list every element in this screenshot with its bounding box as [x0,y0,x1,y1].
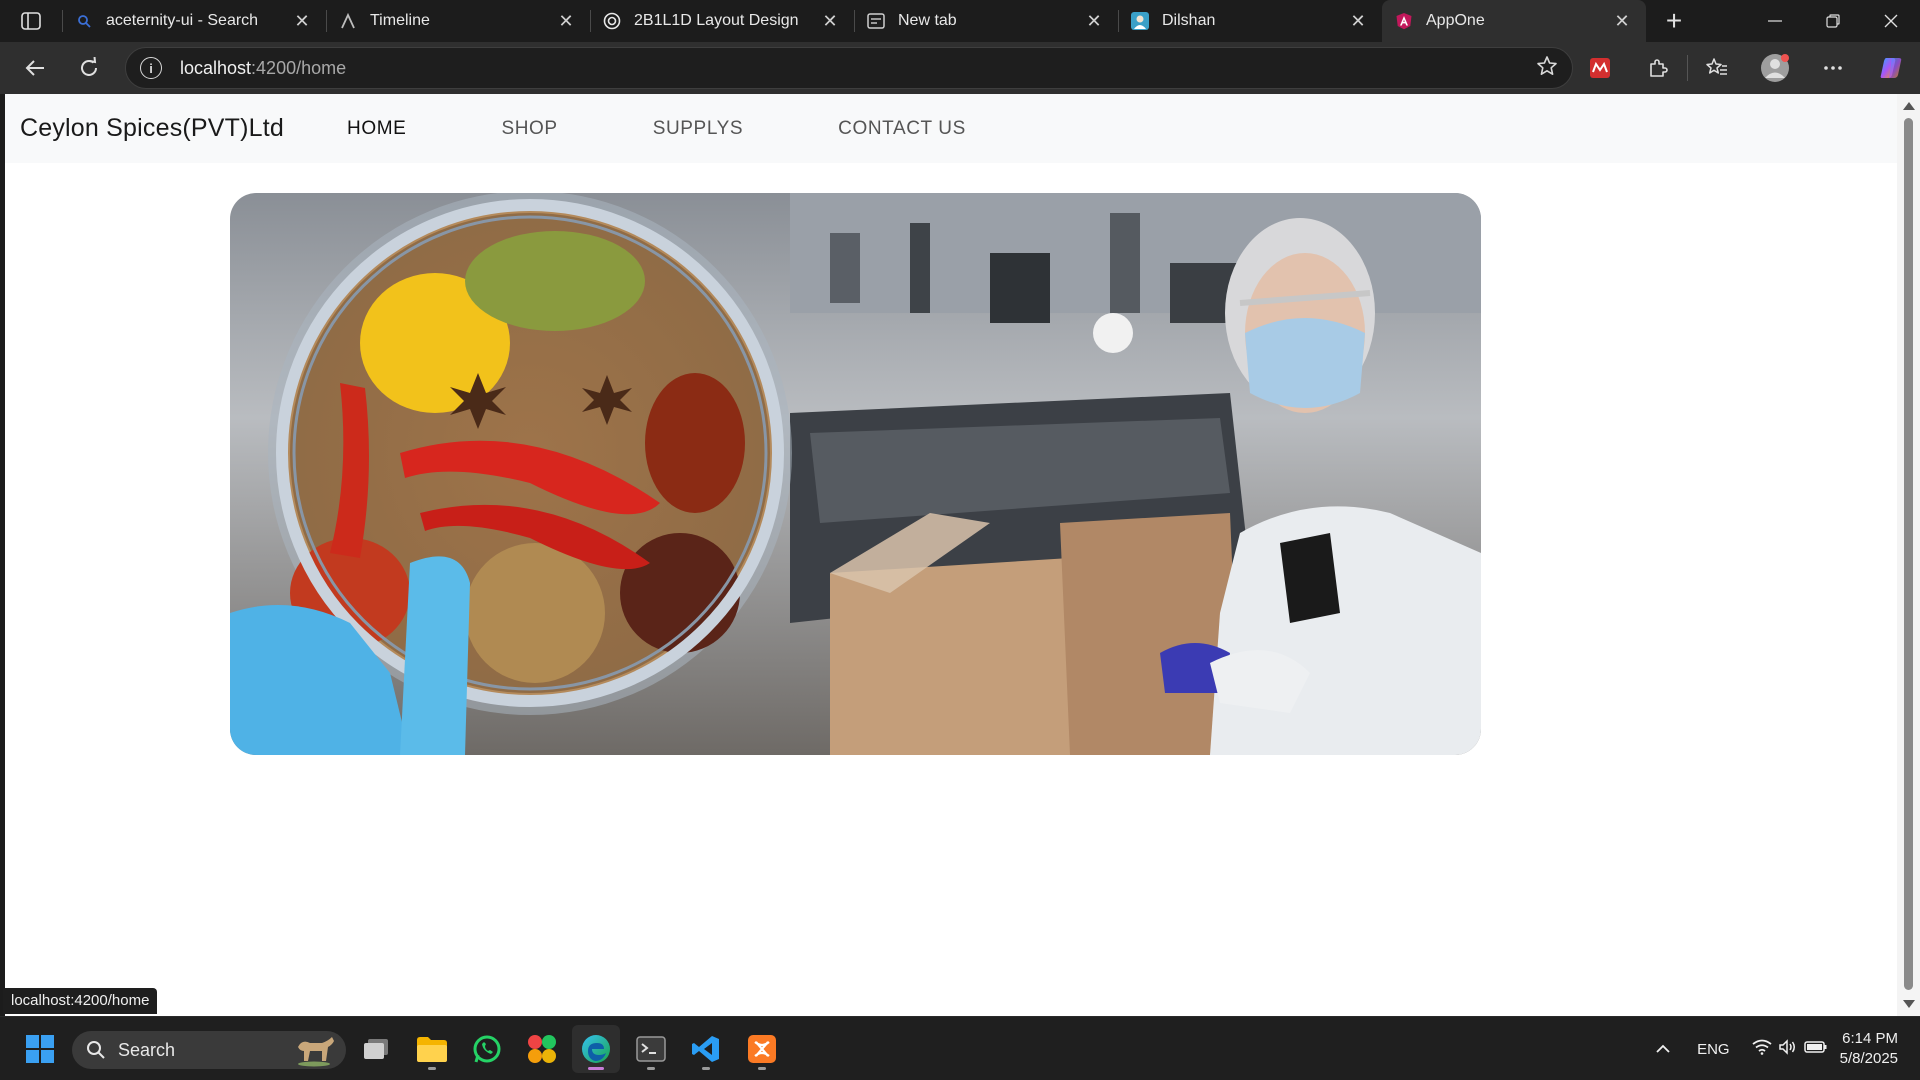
new-tab-button[interactable]: + [1646,0,1702,42]
colorful-app-button[interactable] [518,1025,566,1073]
tab-title: New tab [898,12,957,29]
search-label: Search [118,1039,176,1060]
extensions-puzzle-icon[interactable] [1629,42,1687,94]
scroll-down-arrow-icon[interactable] [1903,1000,1915,1008]
angular-favicon-icon [1394,11,1414,31]
refresh-button[interactable] [62,48,116,88]
site-info-icon[interactable]: i [140,57,162,79]
file-explorer-button[interactable] [408,1025,456,1073]
page-scrollbar[interactable] [1897,94,1920,1016]
url-host: localhost [180,57,252,78]
tab-title: 2B1L1D Layout Design [634,12,799,29]
back-button[interactable] [8,48,62,88]
tab-title: aceternity-ui - Search [106,12,259,29]
tab-title: Timeline [370,12,430,29]
xampp-icon [748,1035,776,1063]
arrow-left-icon [25,60,44,76]
windows-logo-icon [26,1035,54,1063]
tab-aceternity-search[interactable]: aceternity-ui - Search ✕ [62,0,326,42]
status-bar-url: localhost:4200/home [3,988,158,1014]
close-icon[interactable]: ✕ [1348,11,1368,31]
clock[interactable]: 6:14 PM 5/8/2025 [1840,1029,1898,1069]
tab-actions-button[interactable] [0,0,62,42]
folder-icon [417,1037,447,1062]
scroll-thumb[interactable] [1904,118,1913,990]
wifi-icon[interactable] [1752,1039,1772,1059]
xampp-button[interactable] [738,1025,786,1073]
vscode-button[interactable] [682,1025,730,1073]
close-icon[interactable]: ✕ [1084,11,1104,31]
a-logo-favicon-icon [338,11,358,31]
nav-link-home[interactable]: HOME [347,118,406,140]
edge-browser-button[interactable] [572,1025,620,1073]
start-button[interactable] [16,1025,64,1073]
tab-dilshan[interactable]: Dilshan ✕ [1118,0,1382,42]
tab-appone[interactable]: AppOne ✕ [1382,0,1646,42]
address-bar[interactable]: i localhost:4200/home [125,47,1573,89]
nav-link-shop[interactable]: SHOP [501,118,557,140]
minimize-button[interactable] [1746,0,1804,42]
page-viewport: Ceylon Spices(PVT)Ltd HOME SHOP SUPPLYS … [5,94,1897,1016]
sidebar-icon [21,12,41,30]
tab-title: AppOne [1426,12,1485,29]
volume-icon[interactable] [1778,1039,1798,1059]
window-controls [1746,0,1920,42]
task-view-icon [364,1039,388,1059]
browser-toolbar: i localhost:4200/home [0,42,1920,94]
close-icon[interactable]: ✕ [292,11,312,31]
mendeley-extension-icon[interactable] [1571,42,1629,94]
tab-new-tab[interactable]: New tab ✕ [854,0,1118,42]
search-icon [87,1041,105,1059]
colorful-app-icon [528,1035,556,1063]
battery-icon[interactable] [1803,1040,1828,1058]
tab-strip: aceternity-ui - Search ✕ Timeline ✕ 2B1L… [0,0,1920,42]
nav-link-contact-us[interactable]: CONTACT US [838,118,966,140]
profile-favicon-icon [1130,11,1150,31]
terminal-button[interactable] [627,1025,675,1073]
whatsapp-icon [473,1035,501,1063]
search-highlight-horse-icon [298,1037,334,1067]
windows-taskbar: Search ENG 6:14 PM 5/8/2025 [0,1016,1920,1080]
nav-link-supplys[interactable]: SUPPLYS [653,118,743,140]
close-icon[interactable]: ✕ [1612,11,1632,31]
close-window-button[interactable] [1862,0,1920,42]
more-options-icon[interactable] [1804,42,1862,94]
whatsapp-button[interactable] [463,1025,511,1073]
scroll-up-arrow-icon[interactable] [1903,102,1915,110]
tab-timeline[interactable]: Timeline ✕ [326,0,590,42]
terminal-icon [636,1036,666,1062]
app-navbar: Ceylon Spices(PVT)Ltd HOME SHOP SUPPLYS … [5,94,1897,163]
favorites-list-icon[interactable] [1688,42,1746,94]
search-favicon-icon [74,11,94,31]
clock-time: 6:14 PM [1842,1030,1898,1047]
openai-favicon-icon [602,11,622,31]
task-view-button[interactable] [352,1025,400,1073]
language-indicator[interactable]: ENG [1697,1041,1730,1058]
copilot-icon[interactable] [1862,42,1920,94]
vscode-icon [692,1036,719,1062]
profile-avatar-icon[interactable] [1746,42,1804,94]
system-tray: ENG 6:14 PM 5/8/2025 [1655,1017,1920,1080]
edge-icon [582,1035,610,1063]
close-icon[interactable]: ✕ [556,11,576,31]
refresh-icon [81,57,97,76]
hero-banner-image [230,193,1481,755]
close-icon[interactable]: ✕ [820,11,840,31]
restore-button[interactable] [1804,0,1862,42]
taskbar-search[interactable]: Search [72,1031,346,1069]
newtab-favicon-icon [866,11,886,31]
chevron-up-icon[interactable] [1655,1041,1671,1058]
url-path: :4200/home [251,57,347,78]
tab-layout-design[interactable]: 2B1L1D Layout Design ✕ [590,0,854,42]
brand-title[interactable]: Ceylon Spices(PVT)Ltd [20,114,284,143]
nav-links: HOME SHOP SUPPLYS CONTACT US [347,118,1061,140]
clock-date: 5/8/2025 [1839,1050,1898,1067]
favorite-star-icon[interactable] [1536,55,1558,82]
tab-title: Dilshan [1162,12,1216,29]
